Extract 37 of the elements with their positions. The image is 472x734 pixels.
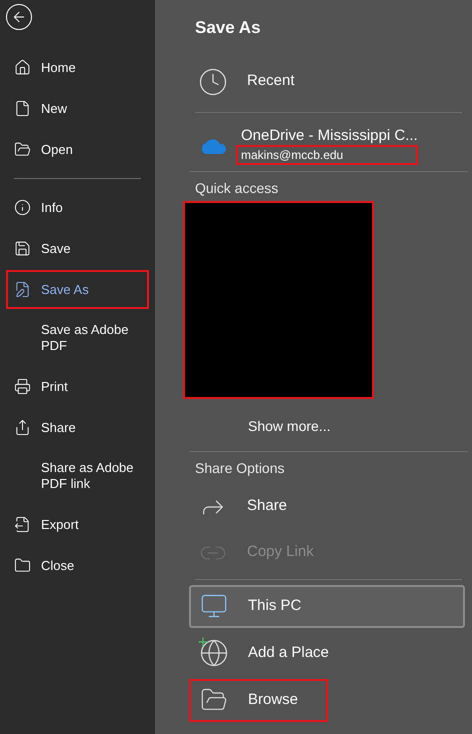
file-icon	[14, 100, 30, 117]
sidebar-item[interactable]: New	[6, 89, 149, 128]
sidebar-item[interactable]: Save	[6, 229, 149, 268]
page-title: Save As	[195, 17, 262, 39]
onedrive-item[interactable]: OneDrive - Mississippi C... makins@mccb.edu	[195, 126, 470, 164]
cloud-icon	[199, 136, 227, 154]
place-item[interactable]: Add a Place	[189, 632, 465, 674]
sidebar-item[interactable]: Info	[6, 188, 149, 227]
back-button[interactable]	[6, 4, 32, 30]
computer-icon	[200, 592, 228, 620]
sidebar-item[interactable]: Print	[6, 367, 149, 406]
section-heading: Share Options	[195, 458, 286, 478]
recent-item[interactable]: Recent	[195, 64, 470, 100]
place-item[interactable]: Browse	[189, 678, 328, 722]
sidebar-item[interactable]: Close	[6, 546, 149, 585]
home-icon	[14, 59, 30, 76]
place-item[interactable]: This PC	[189, 584, 465, 628]
sidebar-item[interactable]: Save As	[6, 270, 149, 309]
globe-plus-icon	[199, 638, 229, 668]
info-icon	[14, 199, 30, 216]
share-option[interactable]: Share	[195, 488, 470, 524]
folder-icon	[14, 557, 30, 574]
clock-icon	[198, 66, 228, 96]
sidebar-item[interactable]: Export	[6, 505, 149, 544]
printer-icon	[14, 378, 30, 395]
sidebar-item[interactable]: Share	[6, 408, 149, 447]
sidebar-item[interactable]: Save as Adobe PDF	[6, 311, 149, 365]
export-icon	[14, 516, 30, 533]
folder-icon	[14, 141, 30, 158]
section-heading: Quick access	[195, 178, 280, 198]
sidebar-item[interactable]: Home	[6, 48, 149, 87]
sidebar-item[interactable]: Open	[6, 130, 149, 169]
share-icon	[14, 419, 30, 436]
sidebar-item[interactable]: Share as Adobe PDF link	[6, 449, 149, 503]
account-name: OneDrive - Mississippi C...	[241, 126, 418, 144]
show-more-link[interactable]: Show more...	[248, 416, 330, 436]
account-email: makins@mccb.edu	[236, 144, 418, 164]
